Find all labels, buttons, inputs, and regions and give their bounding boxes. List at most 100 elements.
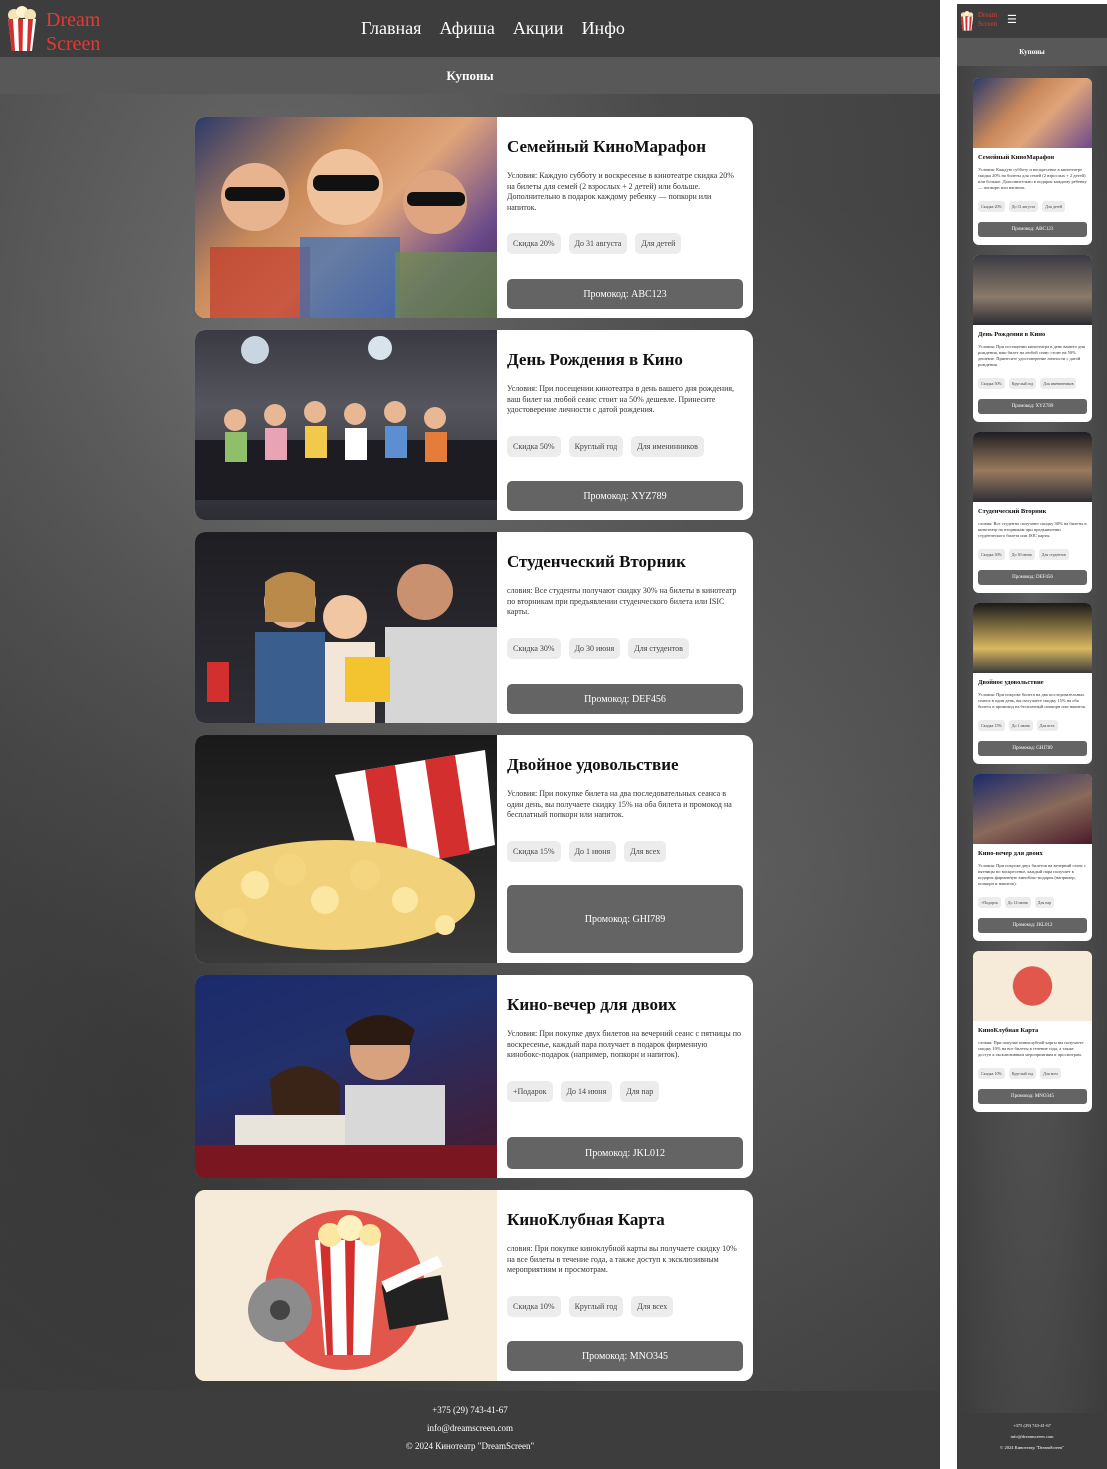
footer-phone[interactable]: +375 (29) 743-41-67 [0, 1405, 940, 1415]
logo[interactable]: Dream Screen [978, 11, 997, 29]
coupon-card: Двойное удовольствие Условия: При покупк… [195, 735, 753, 963]
coupon-title: Кино-вечер для двоих [978, 850, 1043, 857]
mobile-header: Dream Screen ☰ [957, 4, 1107, 38]
footer-copyright: © 2024 Кинотеатр "DreamScreen" [999, 1445, 1065, 1450]
coupon-card: Студенческий Вторник словия: Все студент… [973, 432, 1092, 593]
brand-line2: Screen [46, 32, 101, 55]
page-title: Купоны [0, 57, 940, 94]
coupon-title: День Рождения в Кино [507, 350, 683, 369]
coupon-tag: До 1 июня [1008, 720, 1033, 731]
promo-code-button[interactable]: Промокод: JKL012 [978, 918, 1087, 933]
coupon-tag: До 31 августа [568, 233, 628, 254]
nav-item-promos[interactable]: Акции [513, 18, 564, 39]
site-footer: +375 (29) 743-41-67 info@dreamscreen.com… [0, 1391, 940, 1469]
nav-item-afisha[interactable]: Афиша [439, 18, 494, 39]
coupon-card: Семейный КиноМарафон Условия: Каждую суб… [195, 117, 753, 318]
kids-birthday-cinema-photo [195, 330, 497, 520]
spilled-popcorn-photo [195, 735, 497, 963]
coupon-tag: Скидка 50% [978, 378, 1005, 389]
coupon-tag: Скидка 30% [978, 549, 1005, 560]
coupon-card: КиноКлубная Карта словия: При покупке ки… [195, 1190, 753, 1381]
coupon-conditions: Условия: Каждую субботу и воскресенье в … [978, 167, 1087, 190]
coupon-tag: Для всех [624, 840, 667, 862]
coupon-tag: Для всех [1036, 720, 1058, 731]
coupon-conditions: Условия: При покупке двух билетов на веч… [507, 1029, 741, 1059]
family-3d-cinema-photo [973, 78, 1092, 148]
promo-code-button[interactable]: Промокод: DEF456 [507, 684, 743, 714]
coupon-tag: До 14 июня [560, 1080, 613, 1102]
coupon-tag: Для именинников [631, 435, 704, 457]
coupon-tag: Круглый год [568, 435, 624, 457]
logo[interactable]: Dream Screen [6, 6, 100, 57]
coupon-tag: Скидка 15% [507, 840, 561, 862]
coupon-title: Семейный КиноМарафон [507, 137, 707, 156]
coupon-title: Студенческий Вторник [978, 508, 1047, 515]
coupon-tag: Скидка 20% [978, 201, 1005, 212]
coupon-tag: Скидка 20% [507, 233, 561, 254]
nav-item-info[interactable]: Инфо [582, 18, 625, 39]
coupon-tag: Круглый год [1008, 378, 1037, 389]
footer-copyright: © 2024 Кинотеатр "DreamScreen" [405, 1441, 535, 1451]
promo-code-button[interactable]: Промокод: GHI789 [978, 741, 1087, 756]
promo-code-button[interactable]: Промокод: ABC123 [978, 222, 1087, 237]
mobile-view: Dream Screen ☰ Купоны Семейный КиноМараф… [957, 4, 1107, 1469]
coupon-card: КиноКлубная Карта словия: При покупке ки… [973, 951, 1092, 1112]
coupon-card: День Рождения в Кино Условия: При посеще… [973, 255, 1092, 422]
coupon-title: Семейный КиноМарафон [978, 154, 1055, 161]
coupon-tag: Скидка 50% [507, 435, 561, 457]
coupon-title: КиноКлубная Карта [507, 1210, 665, 1229]
footer-email[interactable]: info@dreamscreen.com [957, 1434, 1107, 1439]
coupon-tag: Для всех [1040, 1068, 1062, 1079]
couple-cinema-photo [195, 975, 497, 1178]
brand-line1: Dream [978, 11, 998, 19]
coupon-tag: Для детей [635, 233, 682, 254]
nav-item-home[interactable]: Главная [361, 18, 421, 39]
coupon-tag: Для студентов [1038, 549, 1069, 560]
brand-line2: Screen [978, 20, 998, 28]
coupon-title: Двойное удовольствие [978, 679, 1044, 686]
promo-code-button[interactable]: Промокод: JKL012 [507, 1137, 743, 1169]
coupon-tag: Скидка 30% [507, 637, 561, 659]
coupon-tag: Для пар [620, 1080, 660, 1102]
promo-code-button[interactable]: Промокод: XYZ789 [507, 481, 743, 511]
footer-phone[interactable]: +375 (29) 743-41-67 [957, 1423, 1107, 1428]
coupon-tag: Круглый год [1008, 1068, 1037, 1079]
main-nav: Главная Афиша Акции Инфо [361, 18, 625, 39]
coupon-title: День Рождения в Кино [978, 331, 1046, 338]
popcorn-icon [960, 10, 974, 37]
family-3d-cinema-photo [195, 117, 497, 318]
coupon-list: Семейный КиноМарафон Условия: Каждую суб… [973, 78, 1092, 1122]
coupon-title: Двойное удовольствие [507, 755, 679, 774]
promo-code-button[interactable]: Промокод: GHI789 [507, 885, 743, 953]
coupon-card: Семейный КиноМарафон Условия: Каждую суб… [973, 78, 1092, 245]
couple-cinema-photo [973, 774, 1092, 844]
brand-line1: Dream [46, 8, 101, 31]
promo-code-button[interactable]: Промокод: XYZ789 [978, 399, 1087, 414]
promo-code-button[interactable]: Промокод: MNO345 [507, 1341, 743, 1371]
coupon-tag: Скидка 10% [507, 1295, 561, 1317]
promo-code-button[interactable]: Промокод: DEF456 [978, 570, 1087, 585]
coupon-conditions: Условия: При покупке билета на два после… [978, 692, 1087, 709]
footer-email[interactable]: info@dreamscreen.com [0, 1423, 940, 1433]
coupon-tag: Для пар [1034, 897, 1055, 908]
coupon-tag: Скидка 10% [978, 1068, 1005, 1079]
coupon-tag: До 1 июня [568, 840, 617, 862]
students-cinema-photo [973, 432, 1092, 502]
hamburger-icon[interactable]: ☰ [1007, 15, 1017, 26]
coupon-list: Семейный КиноМарафон Условия: Каждую суб… [195, 117, 753, 1381]
popcorn-clapperboard-illustration [973, 951, 1092, 1021]
coupon-card: Кино-вечер для двоих Условия: При покупк… [195, 975, 753, 1178]
popcorn-clapperboard-illustration [195, 1190, 497, 1381]
coupon-conditions: словия: При покупке киноклубной карты вы… [978, 1040, 1084, 1057]
coupon-tag: Для всех [631, 1295, 674, 1317]
promo-code-button[interactable]: Промокод: ABC123 [507, 279, 743, 309]
coupon-tag: Для именинников [1040, 378, 1077, 389]
promo-code-button[interactable]: Промокод: MNO345 [978, 1089, 1087, 1104]
coupon-tag: +Подарок [507, 1080, 553, 1102]
coupon-conditions: словия: При покупке киноклубной карты вы… [507, 1244, 737, 1274]
coupon-conditions: словия: Все студенты получают скидку 30%… [507, 586, 737, 616]
coupon-conditions: Условия: При посещении кинотеатра в день… [978, 344, 1085, 367]
coupon-tag: Круглый год [568, 1295, 624, 1317]
kids-birthday-cinema-photo [973, 255, 1092, 325]
coupon-tag: До 31 августа [1008, 201, 1039, 212]
